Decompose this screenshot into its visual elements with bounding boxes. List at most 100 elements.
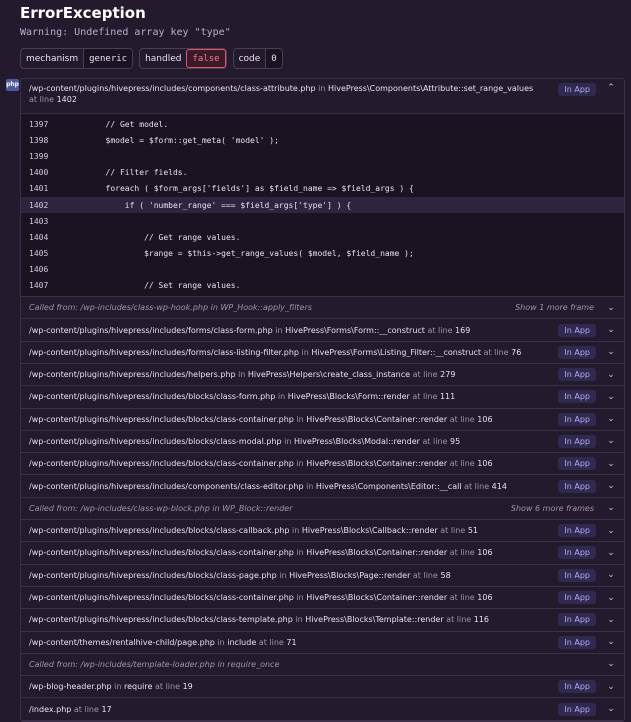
frame-in: in bbox=[318, 84, 326, 93]
stack-frame[interactable]: /wp-content/plugins/hivepress/includes/b… bbox=[21, 453, 624, 476]
frame-function: HivePress\Blocks\Container::render bbox=[306, 414, 448, 424]
error-message: Warning: Undefined array key "type" bbox=[20, 27, 231, 38]
tag-mechanism[interactable]: mechanism generic bbox=[20, 48, 134, 69]
frame-in: in bbox=[296, 548, 304, 558]
code-text: // Filter fields. bbox=[67, 168, 188, 178]
chevron-down-icon[interactable]: ⌄ bbox=[606, 637, 616, 647]
called-from-row[interactable]: Called from: /wp-includes/class-wp-hook.… bbox=[21, 297, 624, 320]
frame-file: /wp-content/plugins/hivepress/includes/b… bbox=[29, 548, 294, 558]
tag-key: mechanism bbox=[26, 53, 79, 64]
frame-line: 169 bbox=[455, 325, 471, 335]
frame-line: 58 bbox=[440, 570, 451, 580]
frame-file: /wp-content/plugins/hivepress/includes/b… bbox=[29, 436, 282, 446]
stack-frame-expanded[interactable]: /wp-content/plugins/hivepress/includes/c… bbox=[21, 79, 624, 114]
stack-frame[interactable]: /wp-content/themes/rentalhive-child/page… bbox=[21, 632, 624, 654]
frame-at-line: at line bbox=[154, 682, 181, 692]
frame-file: /wp-content/plugins/hivepress/includes/b… bbox=[29, 570, 277, 580]
stack-frame[interactable]: /wp-content/plugins/hivepress/includes/b… bbox=[21, 542, 624, 565]
line-number: 1404 bbox=[29, 232, 49, 242]
chevron-down-icon[interactable]: ⌄ bbox=[606, 615, 616, 625]
chevron-down-icon[interactable]: ⌄ bbox=[606, 570, 616, 580]
line-number: 1407 bbox=[29, 281, 49, 291]
in-app-badge: In App bbox=[558, 457, 596, 471]
code-line: 1402 if ( 'number_range' === $field_args… bbox=[21, 196, 624, 214]
frame-file: /wp-content/plugins/hivepress/includes/b… bbox=[29, 414, 294, 424]
stack-frame[interactable]: /wp-content/plugins/hivepress/includes/b… bbox=[21, 409, 624, 431]
chevron-down-icon[interactable]: ⌄ bbox=[606, 303, 616, 313]
in-app-badge: In App bbox=[558, 345, 596, 359]
frame-file: /wp-blog-header.php bbox=[29, 682, 112, 692]
stack-frame[interactable]: /wp-content/plugins/hivepress/includes/b… bbox=[21, 565, 624, 587]
frame-line: 116 bbox=[473, 615, 490, 625]
line-number: 1405 bbox=[29, 249, 49, 259]
chevron-down-icon[interactable]: ⌄ bbox=[606, 659, 616, 669]
tag-code[interactable]: code 0 bbox=[232, 48, 283, 69]
code-line: 1404 // Get range values. bbox=[21, 229, 624, 245]
frame-function: include bbox=[227, 637, 257, 647]
chevron-up-icon[interactable]: ⌃ bbox=[606, 83, 616, 93]
chevron-down-icon[interactable]: ⌄ bbox=[606, 704, 616, 714]
frame-function: HivePress\Blocks\Modal::render bbox=[293, 436, 420, 446]
chevron-down-icon[interactable]: ⌄ bbox=[606, 347, 616, 357]
frame-in: in bbox=[217, 637, 225, 647]
frame-path: /wp-content/plugins/hivepress/includes/b… bbox=[29, 526, 558, 535]
in-app-badge: In App bbox=[558, 412, 596, 426]
code-text: // Set range values. bbox=[67, 281, 241, 291]
chevron-down-icon[interactable]: ⌄ bbox=[606, 503, 616, 513]
in-app-badge: In App bbox=[558, 591, 596, 605]
chevron-down-icon[interactable]: ⌄ bbox=[606, 436, 616, 446]
frame-path: /wp-content/plugins/hivepress/includes/f… bbox=[29, 326, 558, 335]
frame-path: /wp-content/themes/rentalhive-child/page… bbox=[29, 638, 558, 647]
code-line: 1397 // Get model. bbox=[21, 116, 624, 132]
frame-in: in bbox=[238, 370, 246, 380]
chevron-down-icon[interactable]: ⌄ bbox=[606, 526, 616, 536]
frame-path: /wp-content/plugins/hivepress/includes/b… bbox=[29, 437, 558, 446]
frame-path: /wp-content/plugins/hivepress/includes/h… bbox=[29, 370, 558, 379]
chevron-down-icon[interactable]: ⌄ bbox=[606, 392, 616, 402]
frame-at-line: at line bbox=[73, 704, 99, 714]
chevron-down-icon[interactable]: ⌄ bbox=[606, 414, 616, 424]
stack-frame[interactable]: /index.php at line 17 In App ⌄ bbox=[21, 698, 624, 721]
stack-frame[interactable]: /wp-content/plugins/hivepress/includes/c… bbox=[21, 475, 624, 498]
called-from-row[interactable]: Called from: /wp-includes/class-wp-block… bbox=[21, 498, 624, 521]
tag-handled[interactable]: handled false bbox=[139, 48, 227, 69]
tag-key: handled bbox=[145, 53, 182, 64]
chevron-down-icon[interactable]: ⌄ bbox=[606, 459, 616, 469]
stack-frame[interactable]: /wp-content/plugins/hivepress/includes/f… bbox=[21, 342, 624, 364]
show-more-frames[interactable]: Show 1 more frame bbox=[515, 303, 594, 312]
stack-frame[interactable]: /wp-content/plugins/hivepress/includes/b… bbox=[21, 609, 624, 632]
stack-frame[interactable]: /wp-content/plugins/hivepress/includes/b… bbox=[21, 520, 624, 543]
stack-frame[interactable]: /wp-content/plugins/hivepress/includes/h… bbox=[21, 364, 624, 387]
chevron-down-icon[interactable]: ⌄ bbox=[606, 325, 616, 335]
called-from-text: Called from: /wp-includes/class-wp-hook.… bbox=[29, 303, 312, 313]
stack-frame[interactable]: /wp-content/plugins/hivepress/includes/b… bbox=[21, 587, 624, 610]
stack-frame[interactable]: /wp-content/plugins/hivepress/includes/b… bbox=[21, 431, 624, 454]
frame-line: 414 bbox=[491, 481, 507, 491]
frame-in: in bbox=[279, 570, 287, 580]
called-from-row[interactable]: Called from: /wp-includes/template-loade… bbox=[21, 654, 624, 677]
frame-line: 95 bbox=[450, 436, 461, 446]
frame-line: 1402 bbox=[56, 95, 77, 104]
frame-path: /index.php at line 17 bbox=[29, 705, 558, 714]
stack-frame[interactable]: /wp-content/plugins/hivepress/includes/f… bbox=[21, 319, 624, 342]
frame-in: in bbox=[296, 414, 304, 424]
chevron-down-icon[interactable]: ⌄ bbox=[606, 548, 616, 558]
chevron-down-icon[interactable]: ⌄ bbox=[606, 593, 616, 603]
frame-path: /wp-content/plugins/hivepress/includes/b… bbox=[29, 615, 558, 624]
stack-trace: /wp-content/plugins/hivepress/includes/c… bbox=[20, 78, 625, 722]
frame-line: 51 bbox=[467, 526, 479, 536]
chevron-down-icon[interactable]: ⌄ bbox=[606, 481, 616, 491]
code-text: if ( 'number_range' === $field_args['typ… bbox=[67, 200, 352, 210]
code-line: 1407 // Set range values. bbox=[21, 278, 624, 294]
frame-at-line: at line bbox=[412, 392, 438, 402]
stack-frame[interactable]: /wp-content/plugins/hivepress/includes/b… bbox=[21, 386, 624, 409]
frame-at-line: at line bbox=[464, 481, 490, 491]
frame-path: /wp-content/plugins/hivepress/includes/b… bbox=[29, 593, 558, 602]
frame-function: HivePress\Components\Editor::__call bbox=[315, 481, 462, 491]
frame-function: HivePress\Blocks\Container::render bbox=[306, 459, 448, 469]
show-more-frames[interactable]: Show 6 more frames bbox=[511, 504, 594, 513]
stack-frame[interactable]: /wp-blog-header.php in require at line 1… bbox=[21, 676, 624, 699]
chevron-down-icon[interactable]: ⌄ bbox=[606, 370, 616, 380]
line-number: 1402 bbox=[29, 200, 49, 210]
chevron-down-icon[interactable]: ⌄ bbox=[606, 682, 616, 692]
